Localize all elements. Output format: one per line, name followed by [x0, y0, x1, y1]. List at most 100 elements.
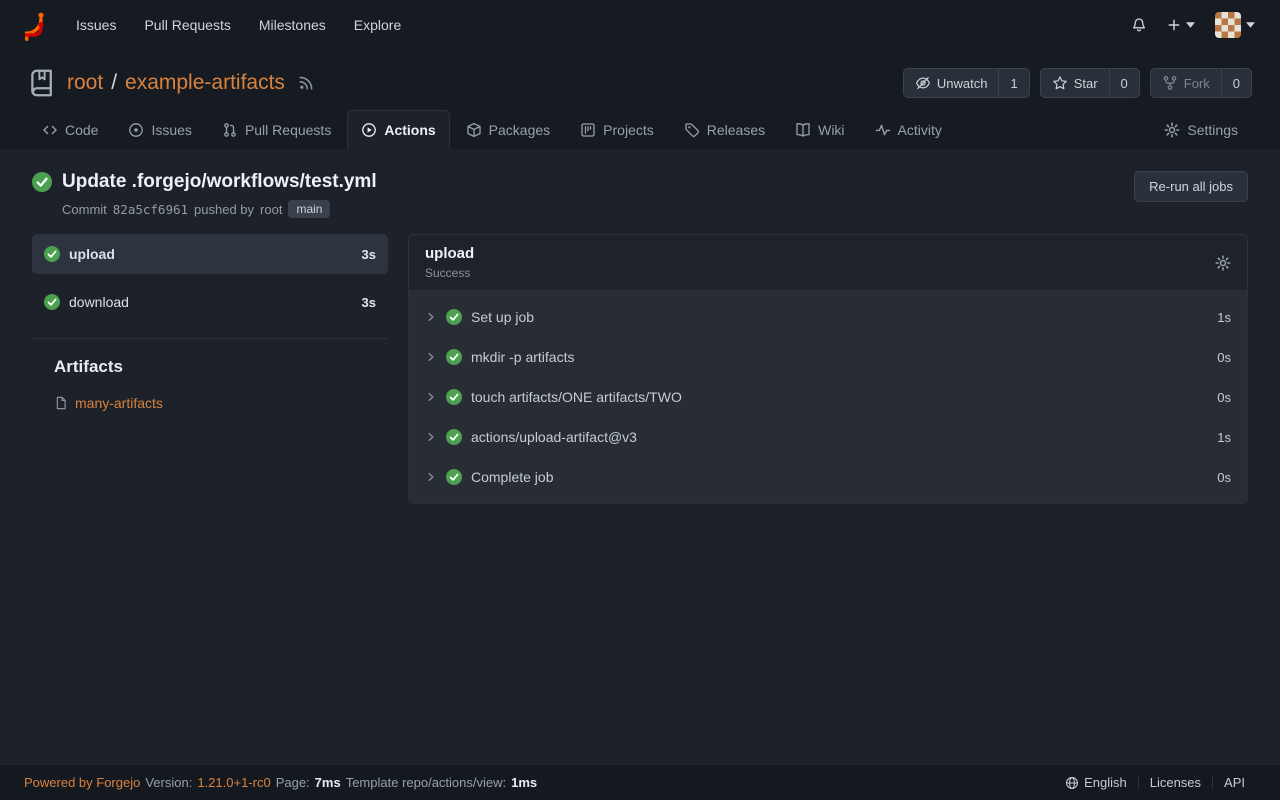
language-label: English: [1084, 775, 1127, 790]
tab-label: Settings: [1187, 122, 1238, 138]
step-name: touch artifacts/ONE artifacts/TWO: [471, 389, 682, 405]
job-row-upload[interactable]: upload 3s: [32, 234, 388, 274]
unwatch-button[interactable]: Unwatch 1: [903, 68, 1030, 98]
pusher-link[interactable]: root: [260, 202, 282, 217]
job-detail-panel: upload Success Set up job 1s mkdir -p: [408, 234, 1248, 504]
repo-separator: /: [111, 71, 117, 95]
commit-line: Commit 82a5cf6961 pushed by root main: [62, 200, 377, 218]
tab-code[interactable]: Code: [28, 110, 112, 149]
step-row[interactable]: Complete job 0s: [409, 457, 1247, 497]
chevron-right-icon: [425, 431, 437, 443]
jobs-sidebar: upload 3s download 3s Artifacts many-art…: [32, 234, 388, 411]
version-link[interactable]: 1.21.0+1-rc0: [197, 775, 270, 790]
success-check-icon: [446, 389, 462, 405]
tab-packages[interactable]: Packages: [452, 110, 564, 149]
step-row[interactable]: mkdir -p artifacts 0s: [409, 337, 1247, 377]
language-selector[interactable]: English: [1054, 775, 1138, 790]
job-duration: 3s: [362, 295, 376, 310]
footer-right: English Licenses API: [1054, 775, 1256, 790]
play-circle-icon: [361, 122, 377, 138]
branch-badge[interactable]: main: [288, 200, 330, 218]
step-duration: 1s: [1217, 430, 1231, 445]
repo-action-buttons: Unwatch 1 Star 0 Fork 0: [903, 68, 1252, 98]
success-check-icon: [446, 469, 462, 485]
commit-label: Commit: [62, 202, 107, 217]
commit-sha-link[interactable]: 82a5cf6961: [113, 202, 188, 217]
chevron-right-icon: [425, 311, 437, 323]
tab-label: Releases: [707, 122, 765, 138]
star-count[interactable]: 0: [1109, 69, 1139, 97]
tab-label: Packages: [489, 122, 550, 138]
steps-list: Set up job 1s mkdir -p artifacts 0s touc…: [409, 291, 1247, 503]
pushed-by-label: pushed by: [194, 202, 254, 217]
step-name: Complete job: [471, 469, 554, 485]
powered-by-link[interactable]: Powered by Forgejo: [24, 775, 140, 790]
repo-name-link[interactable]: example-artifacts: [125, 71, 285, 95]
tab-settings[interactable]: Settings: [1150, 110, 1252, 149]
pulse-icon: [875, 122, 891, 138]
footer-left: Powered by Forgejo Version: 1.21.0+1-rc0…: [24, 775, 537, 790]
fork-label: Fork: [1184, 76, 1210, 91]
watch-count[interactable]: 1: [998, 69, 1028, 97]
step-row[interactable]: Set up job 1s: [409, 297, 1247, 337]
star-button[interactable]: Star 0: [1040, 68, 1140, 98]
job-options-button[interactable]: [1215, 255, 1231, 271]
licenses-link[interactable]: Licenses: [1138, 775, 1212, 790]
tab-issues[interactable]: Issues: [114, 110, 205, 149]
success-check-icon: [44, 294, 60, 310]
chevron-right-icon: [425, 351, 437, 363]
repo-owner-link[interactable]: root: [67, 71, 103, 95]
run-title: Update .forgejo/workflows/test.yml: [62, 171, 377, 193]
rss-button[interactable]: [298, 75, 314, 91]
artifact-link[interactable]: many-artifacts: [75, 395, 163, 411]
chevron-right-icon: [425, 471, 437, 483]
tab-wiki[interactable]: Wiki: [781, 110, 858, 149]
tab-pull-requests[interactable]: Pull Requests: [208, 110, 345, 149]
template-time-value: 1ms: [511, 775, 537, 790]
tab-projects[interactable]: Projects: [566, 110, 668, 149]
run-body: upload 3s download 3s Artifacts many-art…: [32, 234, 1248, 504]
star-button-main: Star: [1041, 69, 1109, 97]
tab-label: Wiki: [818, 122, 844, 138]
nav-item-issues[interactable]: Issues: [63, 9, 129, 41]
repo-title: root / example-artifacts: [67, 71, 285, 95]
rerun-all-jobs-button[interactable]: Re-run all jobs: [1134, 171, 1248, 202]
chevron-down-icon: [1246, 22, 1255, 28]
create-new-button[interactable]: [1158, 12, 1204, 38]
artifact-item: many-artifacts: [54, 395, 388, 411]
success-check-icon: [44, 246, 60, 262]
step-duration: 0s: [1217, 470, 1231, 485]
success-check-icon: [32, 172, 52, 192]
template-time-label: Template repo/actions/view:: [346, 775, 506, 790]
nav-item-milestones[interactable]: Milestones: [246, 9, 339, 41]
user-menu-button[interactable]: [1206, 6, 1264, 44]
job-detail-titles: upload Success: [425, 245, 474, 280]
version-label: Version:: [145, 775, 192, 790]
rss-icon: [298, 75, 314, 91]
success-check-icon: [446, 309, 462, 325]
job-row-download[interactable]: download 3s: [32, 282, 388, 322]
run-title-line: Update .forgejo/workflows/test.yml: [32, 171, 377, 193]
run-title-block: Update .forgejo/workflows/test.yml Commi…: [32, 171, 377, 218]
success-check-icon: [446, 349, 462, 365]
nav-item-pull-requests[interactable]: Pull Requests: [131, 9, 243, 41]
api-link[interactable]: API: [1212, 775, 1256, 790]
fork-button[interactable]: Fork 0: [1150, 68, 1252, 98]
step-row[interactable]: actions/upload-artifact@v3 1s: [409, 417, 1247, 457]
chevron-right-icon: [425, 391, 437, 403]
gear-icon: [1164, 122, 1180, 138]
globe-icon: [1065, 776, 1079, 790]
nav-item-explore[interactable]: Explore: [341, 9, 414, 41]
forgejo-logo[interactable]: [16, 10, 47, 41]
tab-activity[interactable]: Activity: [861, 110, 956, 149]
pull-request-icon: [222, 122, 238, 138]
step-row[interactable]: touch artifacts/ONE artifacts/TWO 0s: [409, 377, 1247, 417]
file-icon: [54, 396, 68, 410]
tab-actions[interactable]: Actions: [347, 110, 449, 149]
tab-releases[interactable]: Releases: [670, 110, 779, 149]
page-time-label: Page:: [276, 775, 310, 790]
bell-icon: [1131, 17, 1147, 33]
fork-count[interactable]: 0: [1221, 69, 1251, 97]
unwatch-button-main: Unwatch: [904, 69, 999, 97]
notifications-button[interactable]: [1122, 11, 1156, 39]
